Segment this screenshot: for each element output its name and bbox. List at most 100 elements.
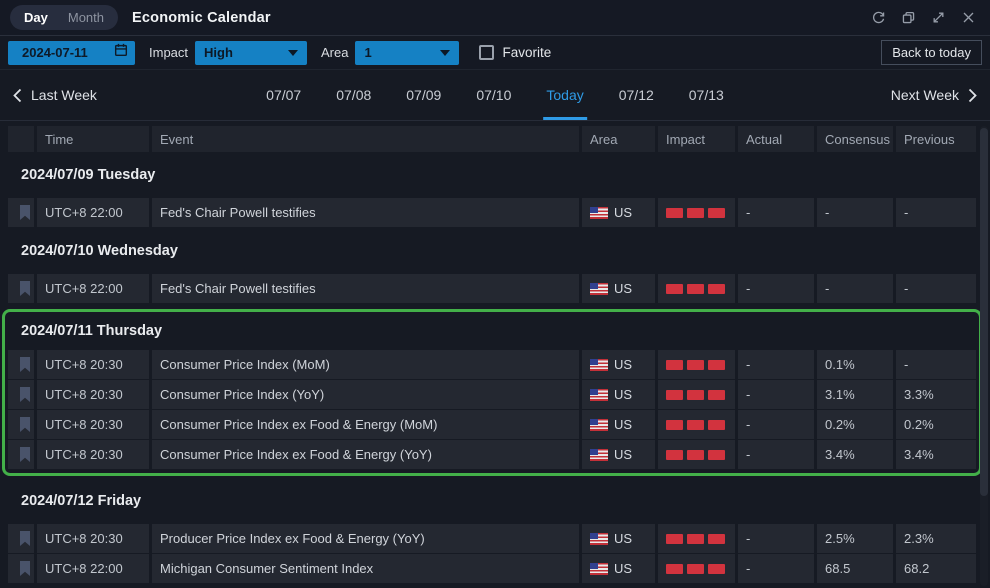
bookmark-cell[interactable] xyxy=(8,524,34,553)
bookmark-cell[interactable] xyxy=(8,410,34,439)
chevron-down-icon xyxy=(288,50,298,56)
day-group-date: 2024/07/10 Wednesday xyxy=(21,243,178,259)
event-time: UTC+8 22:00 xyxy=(37,274,149,303)
week-day-tab[interactable]: 07/10 xyxy=(473,70,514,120)
week-day-tab[interactable]: Today xyxy=(543,70,586,120)
impact-bars xyxy=(666,534,725,544)
day-group: 2024/07/11 Thursday UTC+8 20:30 Consumer… xyxy=(2,309,982,476)
area-select[interactable]: 1 xyxy=(355,41,459,65)
impact-column-header: Impact xyxy=(658,126,735,152)
area-value: 1 xyxy=(364,45,371,60)
event-area: US xyxy=(582,554,655,583)
next-week-button[interactable]: Next Week xyxy=(891,87,977,103)
event-consensus: 68.5 xyxy=(817,554,893,583)
event-area: US xyxy=(582,198,655,227)
day-group-header: 2024/07/09 Tuesday xyxy=(8,152,976,198)
back-to-today-button[interactable]: Back to today xyxy=(881,40,982,65)
area-column-header: Area xyxy=(582,126,655,152)
event-area: US xyxy=(582,380,655,409)
us-flag-icon xyxy=(590,533,608,545)
page-title: Economic Calendar xyxy=(132,10,271,26)
impact-bars xyxy=(666,420,725,430)
table-header-row: Time Event Area Impact Actual Consensus … xyxy=(8,126,976,152)
next-week-label: Next Week xyxy=(891,87,959,103)
week-day-tab[interactable]: 07/08 xyxy=(333,70,374,120)
calendar-table: Time Event Area Impact Actual Consensus … xyxy=(0,121,990,583)
refresh-icon[interactable] xyxy=(871,10,886,25)
event-row[interactable]: UTC+8 20:30 Consumer Price Index (MoM) U… xyxy=(8,350,976,379)
event-impact xyxy=(658,554,735,583)
vertical-scrollbar[interactable] xyxy=(980,126,988,586)
chevron-right-icon xyxy=(968,88,977,103)
bookmark-cell[interactable] xyxy=(8,380,34,409)
event-row[interactable]: UTC+8 22:00 Fed's Chair Powell testifies… xyxy=(8,274,976,303)
event-time: UTC+8 22:00 xyxy=(37,198,149,227)
bookmark-cell[interactable] xyxy=(8,440,34,469)
bookmark-icon xyxy=(19,281,31,296)
event-row[interactable]: UTC+8 20:30 Producer Price Index ex Food… xyxy=(8,524,976,553)
date-picker[interactable]: 2024-07-11 xyxy=(8,41,135,65)
area-code: US xyxy=(614,387,632,402)
day-group: 2024/07/09 Tuesday UTC+8 22:00 Fed's Cha… xyxy=(8,152,976,227)
favorite-checkbox[interactable] xyxy=(479,45,494,60)
bookmark-icon xyxy=(19,357,31,372)
impact-select[interactable]: High xyxy=(195,41,307,65)
event-area: US xyxy=(582,440,655,469)
week-day-tab[interactable]: 07/12 xyxy=(616,70,657,120)
bookmark-cell[interactable] xyxy=(8,274,34,303)
week-day-tab[interactable]: 07/13 xyxy=(686,70,727,120)
event-time: UTC+8 22:00 xyxy=(37,554,149,583)
event-row[interactable]: UTC+8 20:30 Consumer Price Index (YoY) U… xyxy=(8,380,976,409)
area-code: US xyxy=(614,281,632,296)
duplicate-icon[interactable] xyxy=(901,10,916,25)
calendar-icon xyxy=(114,43,128,62)
bookmark-cell[interactable] xyxy=(8,198,34,227)
day-group-date: 2024/07/09 Tuesday xyxy=(21,167,155,183)
toggle-option-month[interactable]: Month xyxy=(59,8,113,27)
toggle-option-day[interactable]: Day xyxy=(15,8,57,27)
close-icon[interactable] xyxy=(961,10,976,25)
day-group-rows: UTC+8 22:00 Fed's Chair Powell testifies… xyxy=(8,274,976,303)
event-time: UTC+8 20:30 xyxy=(37,410,149,439)
event-row[interactable]: UTC+8 20:30 Consumer Price Index ex Food… xyxy=(8,440,976,469)
area-code: US xyxy=(614,447,632,462)
us-flag-icon xyxy=(590,419,608,431)
us-flag-icon xyxy=(590,283,608,295)
calendar-body: 2024/07/09 Tuesday UTC+8 22:00 Fed's Cha… xyxy=(8,152,976,583)
impact-value: High xyxy=(204,45,233,60)
event-time: UTC+8 20:30 xyxy=(37,440,149,469)
event-title: Michigan Consumer Sentiment Index xyxy=(152,554,579,583)
event-title: Consumer Price Index (YoY) xyxy=(152,380,579,409)
event-row[interactable]: UTC+8 22:00 Fed's Chair Powell testifies… xyxy=(8,198,976,227)
week-day-tab[interactable]: 07/07 xyxy=(263,70,304,120)
day-group-header: 2024/07/10 Wednesday xyxy=(8,228,976,274)
event-title: Consumer Price Index (MoM) xyxy=(152,350,579,379)
event-area: US xyxy=(582,350,655,379)
last-week-button[interactable]: Last Week xyxy=(13,87,97,103)
day-group-date: 2024/07/12 Friday xyxy=(21,493,141,509)
expand-icon[interactable] xyxy=(931,10,946,25)
event-consensus: 0.2% xyxy=(817,410,893,439)
area-code: US xyxy=(614,357,632,372)
event-row[interactable]: UTC+8 20:30 Consumer Price Index ex Food… xyxy=(8,410,976,439)
previous-column-header: Previous xyxy=(896,126,976,152)
impact-bars xyxy=(666,564,725,574)
event-row[interactable]: UTC+8 22:00 Michigan Consumer Sentiment … xyxy=(8,554,976,583)
bookmark-column-header xyxy=(8,126,34,152)
us-flag-icon xyxy=(590,389,608,401)
filter-bar: 2024-07-11 Impact High Area 1 Favorite B… xyxy=(0,36,990,70)
event-time: UTC+8 20:30 xyxy=(37,524,149,553)
us-flag-icon xyxy=(590,207,608,219)
scrollbar-thumb[interactable] xyxy=(980,128,988,496)
bookmark-cell[interactable] xyxy=(8,350,34,379)
event-actual: - xyxy=(738,380,814,409)
bookmark-icon xyxy=(19,417,31,432)
day-group-header: 2024/07/12 Friday xyxy=(8,478,976,524)
event-consensus: - xyxy=(817,198,893,227)
top-bar: Day Month Economic Calendar xyxy=(0,0,990,36)
bookmark-cell[interactable] xyxy=(8,554,34,583)
week-day-tab[interactable]: 07/09 xyxy=(403,70,444,120)
event-impact xyxy=(658,350,735,379)
event-consensus: - xyxy=(817,274,893,303)
day-group: 2024/07/12 Friday UTC+8 20:30 Producer P… xyxy=(8,478,976,583)
